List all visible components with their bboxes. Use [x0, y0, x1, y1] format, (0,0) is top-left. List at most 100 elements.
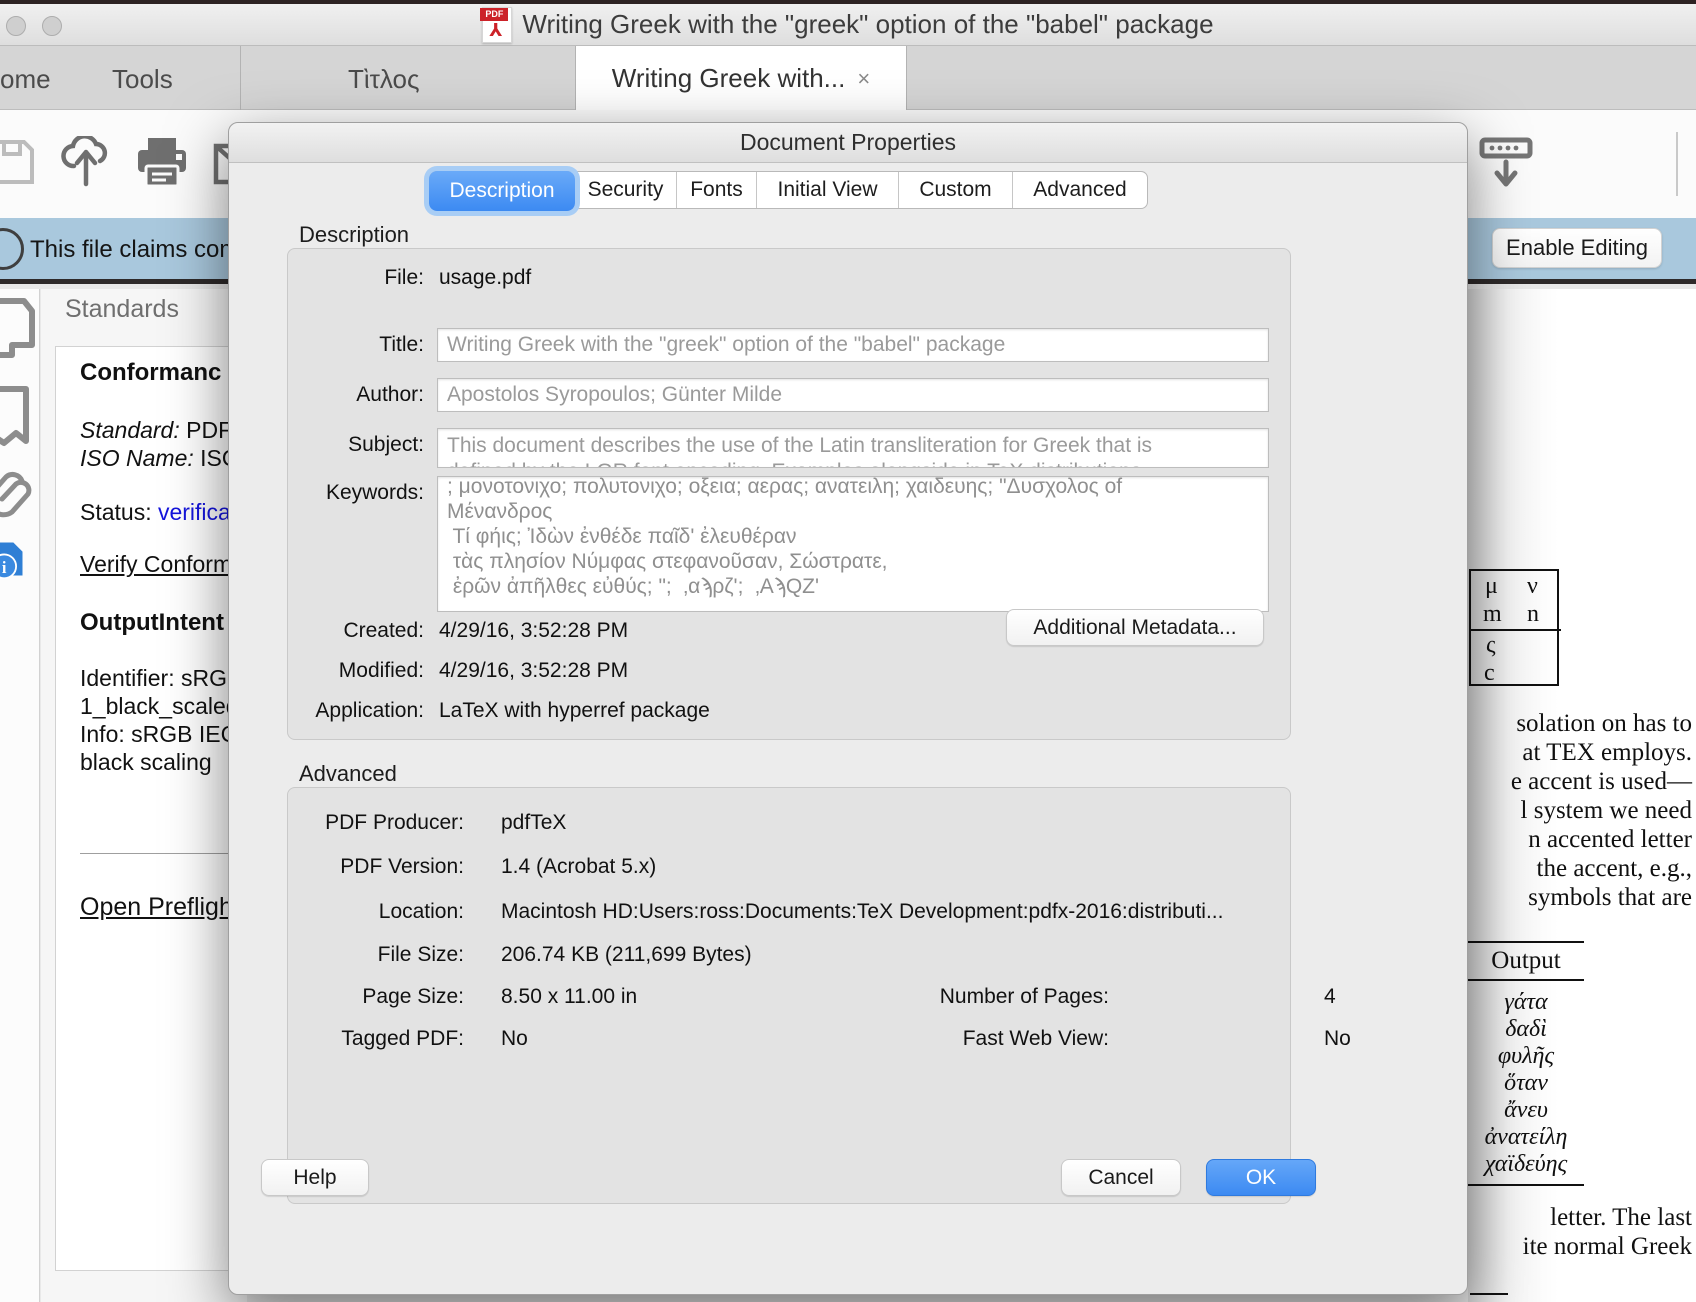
table-cell: m: [1483, 601, 1502, 628]
bookmarks-panel-icon[interactable]: [0, 295, 36, 361]
subject-input[interactable]: This document describes the use of the L…: [437, 428, 1269, 468]
print-icon[interactable]: [136, 136, 188, 190]
pdf-text-line: letter. The last: [1550, 1204, 1692, 1232]
left-icon-strip: i: [0, 289, 40, 1302]
status-label: Status:: [80, 499, 158, 525]
application-row: Application: LaTeX with hyperref package: [229, 699, 1467, 723]
attachments-panel-icon[interactable]: [0, 471, 36, 533]
keywords-textarea[interactable]: ; μονοτονιχο; πολυτονιχο; οξεια; αερας; …: [437, 476, 1269, 612]
created-value: 4/29/16, 3:52:28 PM: [439, 619, 628, 643]
pdf-file-icon: PDF ⅄: [482, 7, 512, 43]
pdf-footnote-rule: [1470, 1293, 1508, 1295]
keywords-line: Μένανδρος: [447, 499, 1259, 524]
pdf-text-line: e accent is used—: [1511, 768, 1692, 796]
tab-home[interactable]: ome: [0, 64, 51, 95]
title-label: Title:: [229, 333, 424, 357]
subject-line2: defined by the LGR font encoding. Exampl…: [447, 459, 1259, 468]
keywords-line: Τί φήις; Ἰδὼν ἐνθέδε παῖδ' ἐλευθέραν: [447, 524, 1259, 549]
output-table-rule: [1468, 1184, 1584, 1186]
pdf-version-label: PDF Version:: [229, 855, 464, 879]
open-preflight-link[interactable]: Open Preflight: [80, 893, 240, 922]
tab-separator: [240, 46, 241, 110]
application-value: LaTeX with hyperref package: [439, 699, 710, 723]
created-label: Created:: [229, 619, 424, 643]
fast-web-view-label: Fast Web View:: [849, 1027, 1109, 1051]
file-size-row: File Size: 206.74 KB (211,699 Bytes): [229, 943, 1467, 967]
conformance-heading: Conformanc: [80, 359, 221, 387]
window-title: Writing Greek with the "greek" option of…: [522, 9, 1213, 40]
dialog-tab-strip: Description Security Fonts Initial View …: [429, 171, 1148, 209]
pdf-producer-value: pdfTeX: [501, 811, 566, 835]
output-word: ἀνατείλη: [1468, 1124, 1584, 1151]
tab-fonts[interactable]: Fonts: [677, 172, 757, 208]
pdf-version-value: 1.4 (Acrobat 5.x): [501, 855, 656, 879]
fast-web-view-value: No: [1324, 1027, 1351, 1051]
application-label: Application:: [229, 699, 424, 723]
tab-tools[interactable]: Tools: [112, 64, 173, 95]
file-label: File:: [229, 266, 424, 290]
acrobat-swirl-icon: ⅄: [489, 20, 502, 41]
description-section-label: Description: [299, 222, 409, 248]
keywords-line: τὰς πλησίον Νύμφας στεφανοῦσαν, Σώστρατε…: [447, 549, 1259, 574]
tab-initial-view[interactable]: Initial View: [757, 172, 899, 208]
title-input[interactable]: Writing Greek with the "greek" option of…: [437, 328, 1269, 362]
output-word: ἄνευ: [1468, 1097, 1584, 1124]
standards-panel-icon[interactable]: i: [0, 537, 28, 581]
identifier-line: Identifier: sRGB: [80, 665, 242, 692]
pdf-text-line: at TEX employs.: [1522, 739, 1692, 767]
tab-security[interactable]: Security: [575, 172, 677, 208]
help-button[interactable]: Help: [261, 1159, 369, 1196]
standard-label: Standard:: [80, 417, 180, 443]
tab-close-icon[interactable]: ×: [857, 66, 870, 92]
verify-conformance-link[interactable]: Verify Conforma: [80, 551, 245, 578]
subject-line1: This document describes the use of the L…: [447, 433, 1259, 459]
tagged-pdf-label: Tagged PDF:: [229, 1027, 464, 1051]
modified-label: Modified:: [229, 659, 424, 683]
tab-titlos[interactable]: Τὶτλος: [348, 64, 420, 95]
pdf-text-line: symbols that are: [1528, 884, 1692, 912]
additional-metadata-button[interactable]: Additional Metadata...: [1006, 609, 1264, 646]
info-icon: [0, 228, 24, 270]
tagged-pdf-value: No: [501, 1027, 528, 1051]
table-cell: ς: [1486, 632, 1496, 659]
location-value: Macintosh HD:Users:ross:Documents:TeX De…: [501, 900, 1223, 924]
author-input[interactable]: Apostolos Syropoulos; Günter Milde: [437, 378, 1269, 412]
output-table-header: Output: [1468, 947, 1584, 975]
standard-row: Standard: PDF/: [80, 417, 239, 444]
pdf-page: μ ν m n ς c solation on has to at TEX em…: [1468, 289, 1696, 1302]
table-cell: ν: [1527, 573, 1538, 600]
save-icon[interactable]: [0, 136, 36, 188]
subject-label: Subject:: [229, 433, 424, 457]
tab-advanced[interactable]: Advanced: [1013, 172, 1147, 208]
file-row: File: usage.pdf: [229, 266, 1467, 290]
share-upload-icon[interactable]: [60, 136, 112, 190]
table-cell: n: [1527, 601, 1539, 628]
window-titlebar: PDF ⅄ Writing Greek with the "greek" opt…: [0, 4, 1696, 46]
window-close-button[interactable]: [6, 16, 26, 36]
cancel-button[interactable]: Cancel: [1061, 1159, 1181, 1196]
advanced-section-label: Advanced: [299, 761, 397, 787]
ok-button[interactable]: OK: [1206, 1159, 1316, 1196]
identifier-line: Info: sRGB IEC: [80, 721, 237, 748]
window-minimize-button[interactable]: [42, 16, 62, 36]
identifier-line: 1_black_scaled: [80, 693, 239, 720]
iso-name-label: ISO Name:: [80, 445, 194, 471]
dialog-titlebar[interactable]: Document Properties: [229, 123, 1467, 163]
num-pages-value: 4: [1324, 985, 1336, 1009]
tagged-pdf-row: Tagged PDF: No: [229, 1027, 1467, 1051]
pdf-text-line: l system we need: [1521, 797, 1692, 825]
pdf-producer-row: PDF Producer: pdfTeX: [229, 811, 1467, 835]
tab-active-document[interactable]: Writing Greek with... ×: [575, 46, 907, 111]
window-title-group: PDF ⅄ Writing Greek with the "greek" opt…: [0, 7, 1696, 43]
dialog-title: Document Properties: [740, 129, 956, 156]
author-input-text: Apostolos Syropoulos; Günter Milde: [447, 383, 782, 406]
keywords-line: ἐρῶν ἀπῆλθες εὐθύς; "; ‚αϡρζ'; ‚ΑϡQZ': [447, 574, 1259, 599]
output-table-rule: [1468, 979, 1584, 981]
enable-editing-button[interactable]: Enable Editing: [1492, 228, 1662, 268]
pdf-text-line: solation on has to: [1516, 710, 1692, 738]
pages-panel-icon[interactable]: [0, 385, 36, 451]
output-intent-heading: OutputIntent: [80, 609, 224, 637]
tab-description[interactable]: Description: [429, 171, 575, 211]
tab-custom[interactable]: Custom: [899, 172, 1013, 208]
toolbar-collapse-icon[interactable]: [1478, 136, 1534, 190]
